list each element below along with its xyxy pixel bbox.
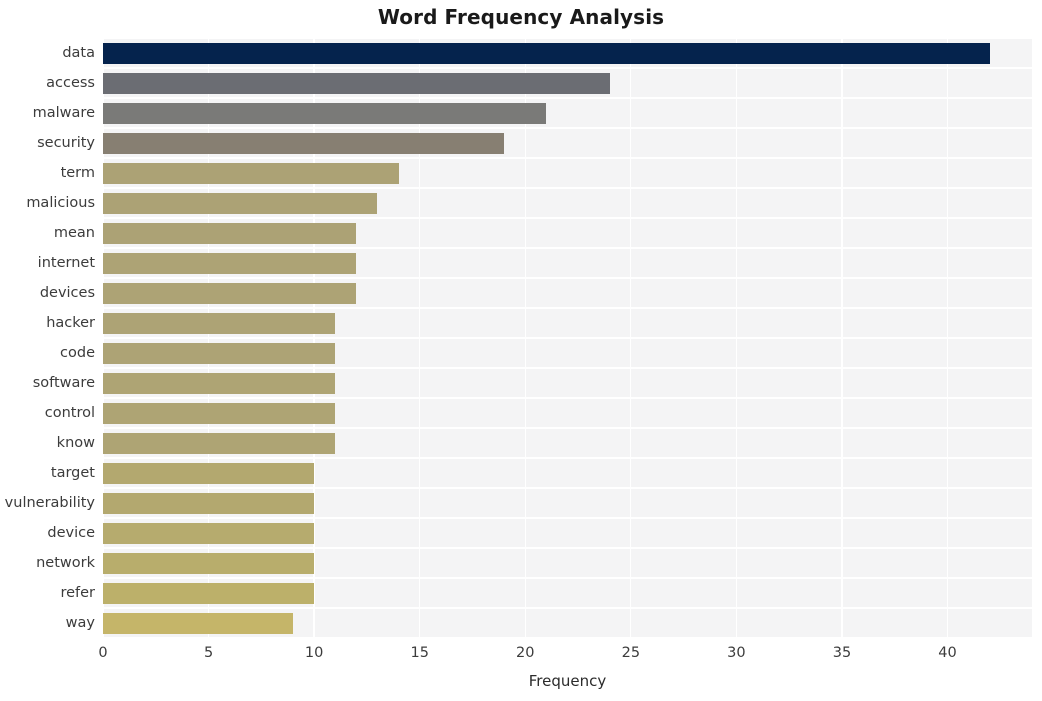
x-axis-tick-labels: 0 5 10 15 20 25 30 35 40 [98, 638, 1032, 668]
y-tick-label-devices: devices [39, 285, 95, 301]
gridline-horizontal [103, 217, 1032, 219]
bar-security [103, 132, 505, 154]
gridline-horizontal [103, 157, 1032, 159]
bar-internet [103, 252, 357, 274]
bar-vulnerability [103, 492, 315, 514]
x-tick-label-25: 25 [621, 645, 641, 661]
y-tick-label-vulnerability: vulnerability [4, 495, 95, 511]
gridline-horizontal [103, 607, 1032, 609]
gridline-horizontal [103, 337, 1032, 339]
bar-refer [103, 582, 315, 604]
x-tick-label-30: 30 [727, 645, 746, 661]
y-tick-label-control: control [44, 405, 95, 421]
y-tick-label-term: term [60, 165, 95, 181]
gridline-horizontal [103, 97, 1032, 99]
y-tick-label-security: security [37, 135, 95, 151]
y-tick-label-internet: internet [37, 255, 95, 271]
y-tick-label-data: data [62, 45, 95, 61]
bar-code [103, 342, 336, 364]
bar-data [103, 42, 990, 64]
bar-malicious [103, 192, 378, 214]
gridline-horizontal [103, 38, 1032, 39]
y-tick-label-software: software [32, 375, 95, 391]
x-axis-label: Frequency [528, 672, 607, 690]
y-tick-label-way: way [65, 615, 95, 631]
gridline-horizontal [103, 247, 1032, 249]
y-tick-label-code: code [60, 345, 95, 361]
x-tick-label-10: 10 [304, 645, 324, 661]
gridline-horizontal [103, 127, 1032, 129]
y-tick-label-access: access [46, 75, 95, 91]
bar-know [103, 432, 336, 454]
x-tick-label-40: 40 [938, 645, 957, 661]
gridline-horizontal [103, 187, 1032, 189]
chart-figure: Word Frequency Analysis data access malwar… [0, 0, 1042, 701]
x-tick-label-15: 15 [410, 645, 429, 661]
gridline-horizontal [103, 517, 1032, 519]
gridline-horizontal [103, 367, 1032, 369]
x-tick-label-20: 20 [516, 645, 535, 661]
bar-devices [103, 282, 357, 304]
gridline-horizontal [103, 67, 1032, 69]
plot-area [103, 38, 1032, 638]
bar-mean [103, 222, 357, 244]
y-tick-label-network: network [36, 555, 95, 571]
x-tick-label-5: 5 [203, 645, 214, 661]
y-tick-label-device: device [47, 525, 95, 541]
bar-term [103, 162, 399, 184]
y-tick-label-know: know [56, 435, 95, 451]
bar-malware [103, 102, 547, 124]
y-tick-label-target: target [50, 465, 95, 481]
bar-hacker [103, 312, 336, 334]
bar-target [103, 462, 315, 484]
y-tick-label-hacker: hacker [46, 315, 95, 331]
bar-device [103, 522, 315, 544]
gridline-horizontal [103, 577, 1032, 579]
gridline-horizontal [103, 487, 1032, 489]
bar-way [103, 612, 294, 634]
x-tick-label-35: 35 [832, 645, 852, 661]
gridline-horizontal [103, 307, 1032, 309]
y-tick-label-malware: malware [32, 105, 95, 121]
chart-title: Word Frequency Analysis [377, 5, 665, 29]
gridline-horizontal [103, 457, 1032, 459]
bar-network [103, 552, 315, 574]
x-tick-label-0: 0 [98, 645, 108, 661]
gridline-horizontal [103, 427, 1032, 429]
bar-software [103, 372, 336, 394]
y-tick-label-mean: mean [53, 225, 95, 241]
gridline-horizontal [103, 547, 1032, 549]
y-axis-tick-labels: data access malware security term malicious me… [0, 38, 95, 638]
bar-control [103, 402, 336, 424]
bar-access [103, 72, 610, 94]
gridline-horizontal [103, 397, 1032, 399]
y-tick-label-malicious: malicious [26, 195, 95, 211]
gridline-horizontal [103, 277, 1032, 279]
y-tick-label-refer: refer [60, 585, 95, 601]
